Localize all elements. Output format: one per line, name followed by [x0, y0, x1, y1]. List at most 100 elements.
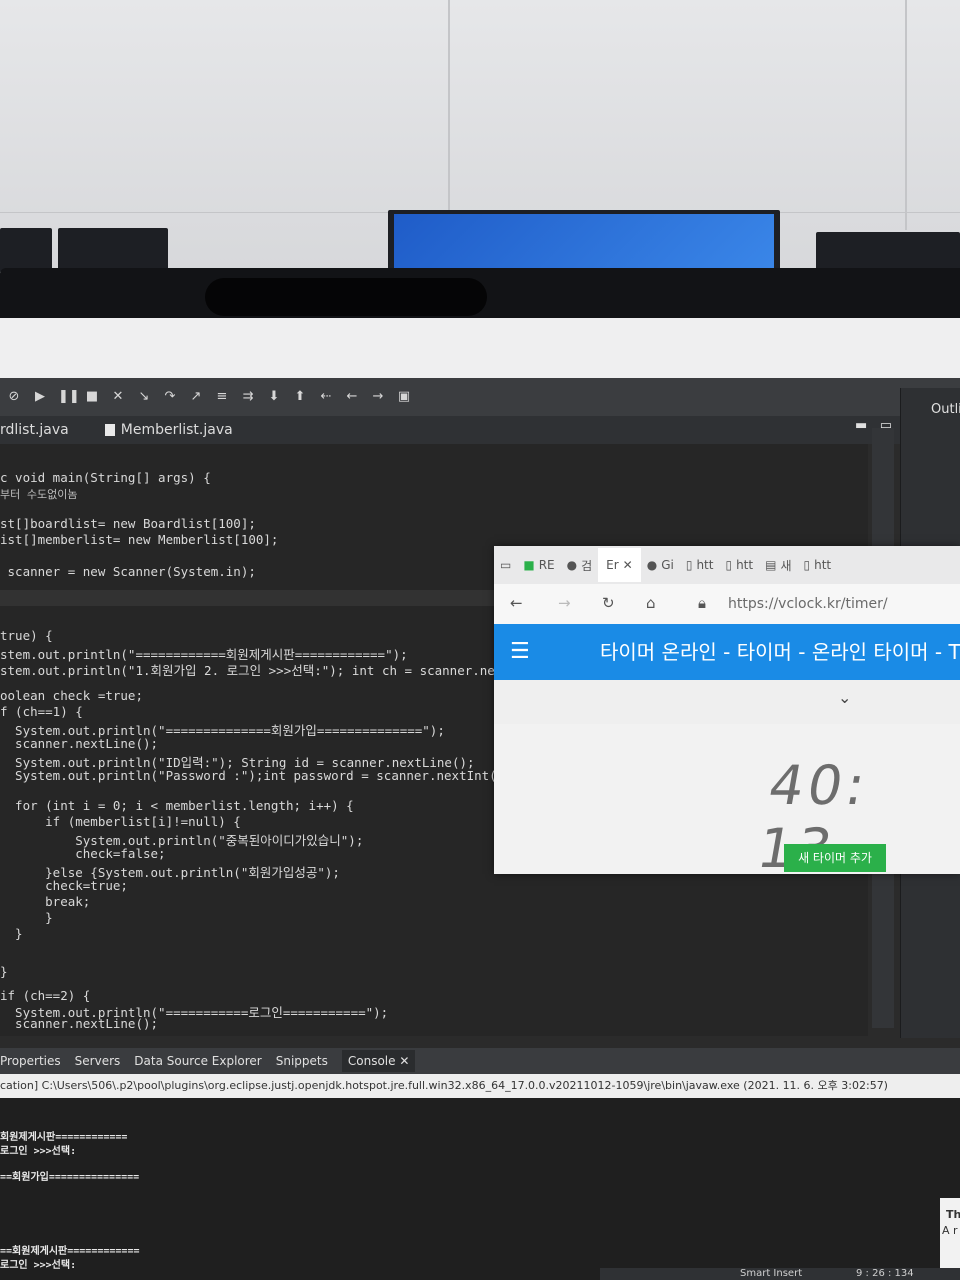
java-file-icon [104, 424, 115, 436]
cursor-position: 9 : 26 : 134 [856, 1268, 914, 1279]
github-icon: ● [566, 558, 578, 572]
console-line: 로그인 >>>선택: [0, 1146, 77, 1157]
tab-properties[interactable]: Properties [0, 1054, 61, 1068]
terminate-icon[interactable]: ■ [84, 389, 100, 405]
wall-panel-line [448, 0, 450, 210]
status-bar: Smart Insert 9 : 26 : 134 [600, 1268, 960, 1280]
ide-toolbar: ⊘ ▶ ❚❚ ■ ✕ ↘ ↷ ↗ ≡ ⇉ ⬇ ⬆ ⇠ ← → ▣ [0, 378, 960, 416]
background-monitor [58, 228, 168, 273]
timer-panel: 40: 13 새 타이머 추가 [494, 724, 960, 874]
laptop-screen: ⊘ ▶ ❚❚ ■ ✕ ↘ ↷ ↗ ≡ ⇉ ⬇ ⬆ ⇠ ← → ▣ rdlist.… [0, 318, 960, 1280]
site-header: ☰ 타이머 온라인 - 타이머 - 온라인 타이머 - T [494, 624, 960, 680]
browser-tab[interactable]: ▯ htt [719, 558, 759, 572]
drop-frame-icon[interactable]: ≡ [214, 389, 230, 405]
console-tabbar: Properties Servers Data Source Explorer … [0, 1048, 960, 1074]
page-icon: ▯ [725, 558, 733, 572]
classroom-background [0, 0, 960, 290]
console-line: 회원제게시판============ [0, 1132, 128, 1143]
chevron-down-icon[interactable]: ⌄ [838, 688, 851, 707]
forward-arrow-icon[interactable]: → [558, 594, 571, 612]
page-icon: ▯ [685, 558, 693, 572]
code-line: f (ch==1) { [0, 704, 83, 719]
code-line: System.out.println("Password :");int pas… [0, 768, 512, 783]
browser-window: ▭ ■ RE ● 검 Er ✕ ● Gi ▯ htt ▯ htt ▤ 새 ▯ htt ← → ↻… [494, 546, 960, 874]
tab-memberlist[interactable]: Memberlist.java [121, 416, 247, 444]
browser-tab[interactable]: ■ RE [517, 558, 560, 572]
forward-icon[interactable]: → [370, 389, 386, 405]
browser-tab-active[interactable]: Er ✕ [598, 548, 641, 582]
browser-tab[interactable]: ● 검 [561, 557, 599, 574]
github-icon: ● [646, 558, 658, 572]
hamburger-menu-icon[interactable]: ☰ [510, 624, 530, 680]
outline-title[interactable]: Outli [931, 402, 960, 417]
laptop-camera-notch [205, 278, 487, 316]
code-line: scanner = new Scanner(System.in); [0, 564, 256, 579]
code-line: oolean check =true; [0, 688, 143, 703]
tab-actions-icon[interactable]: ▭ [494, 558, 517, 572]
code-line: check=false; [0, 846, 166, 861]
skip-breakpoints-icon[interactable]: ⊘ [6, 389, 22, 405]
browser-tab[interactable]: ● Gi [641, 558, 680, 572]
tab-snippets[interactable]: Snippets [276, 1054, 328, 1068]
background-monitor [816, 232, 960, 272]
side-text: Th [946, 1208, 960, 1221]
browser-tab[interactable]: ▯ htt [680, 558, 720, 572]
add-timer-button[interactable]: 새 타이머 추가 [784, 844, 886, 872]
newtab-icon: ▤ [765, 558, 777, 572]
browser-tab[interactable]: ▤ 새 [759, 557, 797, 574]
back-arrow-icon[interactable]: ← [510, 594, 523, 612]
suspend-icon[interactable]: ❚❚ [58, 389, 80, 405]
collapse-row: ⌄ [494, 680, 960, 724]
browser-tab[interactable]: ▯ htt [797, 558, 837, 572]
console-output[interactable]: 회원제게시판============ 로그인 >>>선택: ==회원가입====… [0, 1098, 960, 1280]
browser-tabstrip: ▭ ■ RE ● 검 Er ✕ ● Gi ▯ htt ▯ htt ▤ 새 ▯ htt [494, 546, 960, 584]
insert-mode: Smart Insert [740, 1268, 803, 1279]
code-line: break; [0, 894, 91, 909]
step-over-icon[interactable]: ↷ [162, 389, 178, 405]
console-line: ==회원가입=============== [0, 1172, 140, 1183]
console-line: 로그인 >>>선택: [0, 1260, 77, 1271]
previous-annotation-icon[interactable]: ⇠ [318, 389, 334, 405]
tab-boardlist[interactable]: rdlist.java [0, 416, 83, 444]
site-title: 타이머 온라인 - 타이머 - 온라인 타이머 - T [600, 640, 960, 664]
disconnect-icon[interactable]: ✕ [110, 389, 126, 405]
close-icon[interactable]: ✕ [399, 1054, 409, 1068]
code-line: st[]boardlist= new Boardlist[100]; [0, 516, 256, 531]
code-line: true) { [0, 628, 53, 643]
code-line: scanner.nextLine(); [0, 1016, 159, 1031]
code-line: 부터 수도없이놈 [0, 488, 78, 501]
background-desktop-screen [394, 214, 774, 268]
console-line: ==회원제게시판============ [0, 1246, 140, 1257]
code-line: } [0, 926, 23, 941]
background-monitor [0, 228, 52, 273]
code-line: scanner.nextLine(); [0, 736, 159, 751]
close-tab-icon[interactable]: ✕ [623, 558, 633, 572]
url-field[interactable]: https://vclock.kr/timer/ [728, 596, 888, 612]
minimize-icon[interactable]: ▬ [855, 418, 867, 433]
perspective-icon[interactable]: ▣ [396, 389, 412, 405]
resume-icon[interactable]: ▶ [32, 389, 48, 405]
code-line: stem.out.println("1.회원가입 2. 로그인 >>>선택:")… [0, 663, 518, 678]
back-icon[interactable]: ← [344, 389, 360, 405]
next-annotation-icon[interactable]: ⬆ [292, 389, 308, 405]
screen-top-area [0, 318, 960, 378]
code-line: } [0, 910, 53, 925]
lock-icon: 🔒︎ [698, 594, 706, 612]
code-line: c void main(String[] args) { [0, 470, 211, 485]
tab-console[interactable]: Console ✕ [341, 1050, 416, 1072]
use-step-filters-icon[interactable]: ⇉ [240, 389, 256, 405]
browser-address-bar: ← → ↻ ⌂ 🔒︎ https://vclock.kr/timer/ [494, 584, 960, 624]
step-return-icon[interactable]: ↗ [188, 389, 204, 405]
step-into-icon[interactable]: ↘ [136, 389, 152, 405]
home-icon[interactable]: ⌂ [646, 594, 656, 612]
tab-favicon-icon: ■ [523, 558, 535, 572]
refresh-icon[interactable]: ↻ [602, 594, 615, 612]
code-line: if (memberlist[i]!=null) { [0, 814, 241, 829]
code-line: } [0, 964, 8, 979]
page-icon: ▯ [803, 558, 811, 572]
run-icon[interactable]: ⬇ [266, 389, 282, 405]
console-launch-path: cation] C:\Users\506\.p2\pool\plugins\or… [0, 1074, 960, 1098]
tab-servers[interactable]: Servers [75, 1054, 121, 1068]
tab-data-source-explorer[interactable]: Data Source Explorer [134, 1054, 261, 1068]
code-line: for (int i = 0; i < memberlist.length; i… [0, 798, 354, 813]
